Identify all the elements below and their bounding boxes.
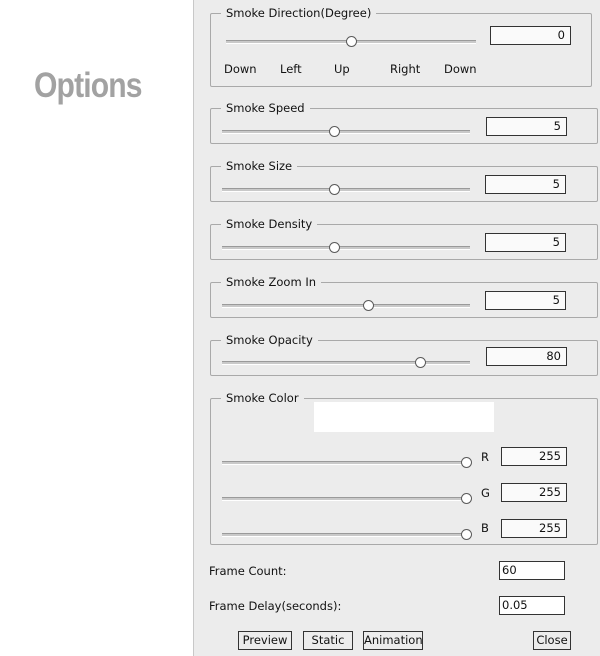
density-value-field[interactable]: 5 <box>485 233 566 252</box>
direction-slider-thumb[interactable] <box>346 36 357 47</box>
opacity-value-field[interactable]: 80 <box>486 347 567 366</box>
red-value-field[interactable]: 255 <box>501 447 567 466</box>
direction-tick-right: Right <box>390 62 421 76</box>
speed-legend: Smoke Speed <box>221 101 310 116</box>
direction-tick-down-start: Down <box>224 62 257 76</box>
green-slider-thumb[interactable] <box>461 493 472 504</box>
opacity-slider[interactable] <box>222 357 470 368</box>
animation-button[interactable]: Animation <box>363 631 423 650</box>
direction-tick-up: Up <box>334 62 350 76</box>
blue-label: B <box>481 521 489 535</box>
green-slider[interactable] <box>222 493 472 504</box>
zoom-slider[interactable] <box>222 300 470 311</box>
speed-slider[interactable] <box>222 126 470 137</box>
density-legend: Smoke Density <box>221 217 318 232</box>
red-slider-thumb[interactable] <box>461 457 472 468</box>
size-value-field[interactable]: 5 <box>485 175 566 194</box>
direction-legend: Smoke Direction(Degree) <box>221 6 377 21</box>
zoom-value-field[interactable]: 5 <box>485 291 566 310</box>
blue-slider-thumb[interactable] <box>461 529 472 540</box>
direction-value-field[interactable]: 0 <box>490 26 571 45</box>
green-label: G <box>481 486 490 500</box>
red-slider[interactable] <box>222 457 472 468</box>
left-pane: Options <box>0 0 193 656</box>
close-button[interactable]: Close <box>533 631 571 650</box>
color-swatch <box>314 402 494 432</box>
direction-tick-left: Left <box>280 62 302 76</box>
blue-value-field[interactable]: 255 <box>501 519 567 538</box>
frame-count-field[interactable]: 60 <box>499 561 565 580</box>
density-slider[interactable] <box>222 242 470 253</box>
options-title: Options <box>34 66 143 105</box>
speed-value-field[interactable]: 5 <box>486 117 567 136</box>
size-slider-thumb[interactable] <box>328 184 340 195</box>
frame-count-label: Frame Count: <box>209 564 287 578</box>
frame-delay-label: Frame Delay(seconds): <box>209 599 342 613</box>
color-legend: Smoke Color <box>221 391 304 406</box>
direction-slider[interactable] <box>226 36 476 47</box>
zoom-legend: Smoke Zoom In <box>221 275 322 290</box>
frame-delay-field[interactable]: 0.05 <box>499 596 565 615</box>
opacity-legend: Smoke Opacity <box>221 333 318 348</box>
speed-slider-thumb[interactable] <box>328 126 340 137</box>
preview-button[interactable]: Preview <box>238 631 292 650</box>
density-slider-thumb[interactable] <box>328 242 340 253</box>
size-slider[interactable] <box>222 184 470 195</box>
green-value-field[interactable]: 255 <box>501 483 567 502</box>
size-legend: Smoke Size <box>221 159 298 174</box>
static-button[interactable]: Static <box>303 631 353 650</box>
red-label: R <box>481 450 489 464</box>
direction-tick-down-end: Down <box>444 62 477 76</box>
blue-slider[interactable] <box>222 529 472 540</box>
options-panel: Smoke Direction(Degree) 0 Down Left Up R… <box>193 0 600 656</box>
